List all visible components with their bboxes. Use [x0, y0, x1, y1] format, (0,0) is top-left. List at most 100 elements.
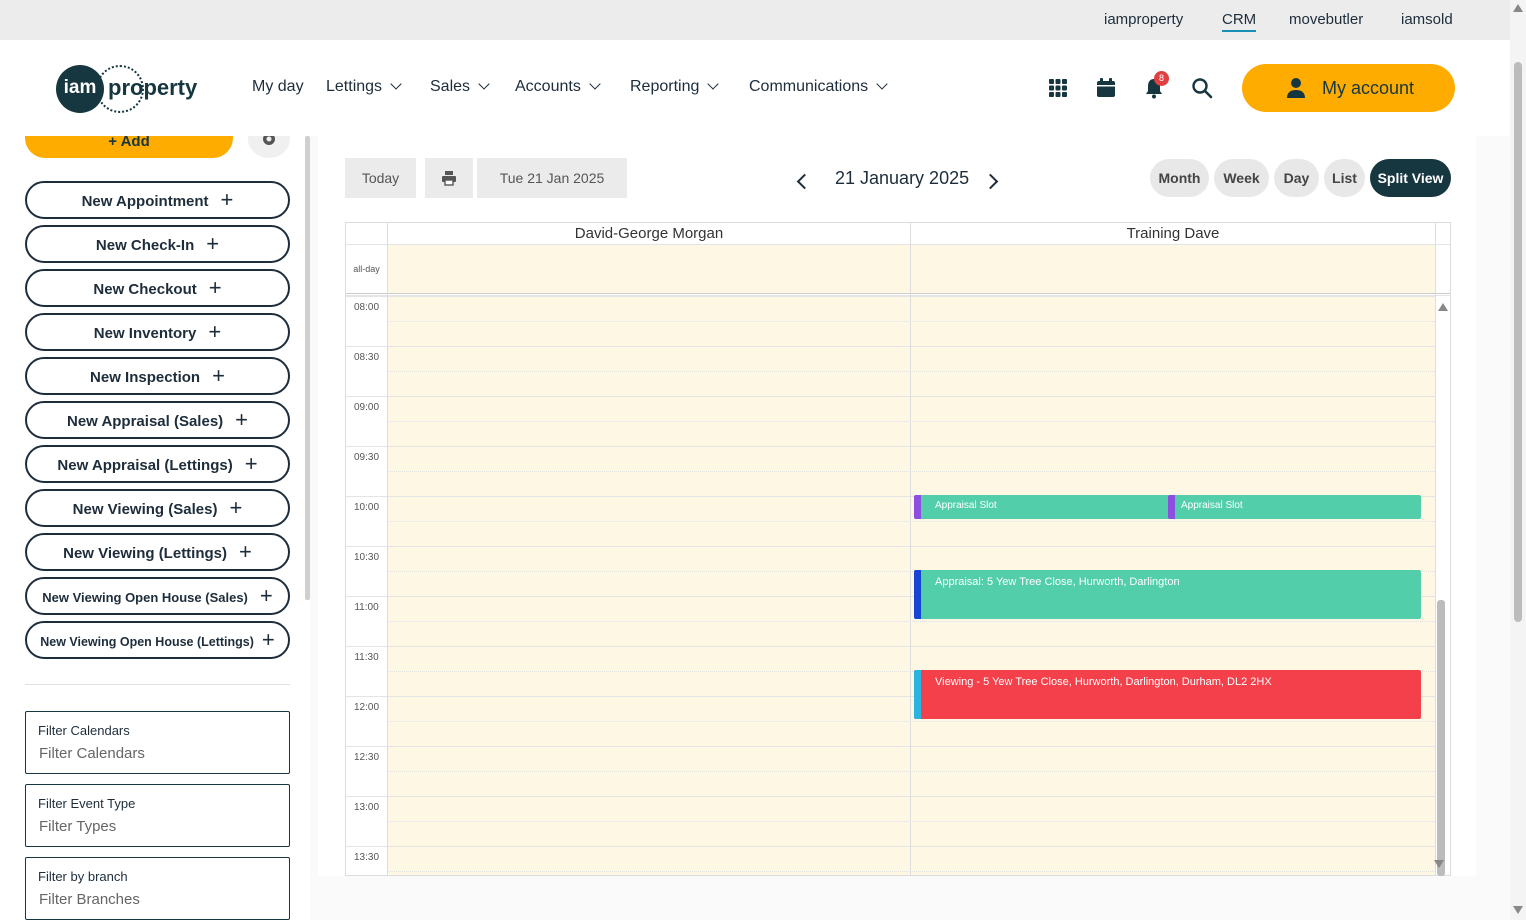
gear-icon	[263, 136, 275, 145]
scroll-up-icon[interactable]	[1438, 303, 1448, 311]
page-scrollbar[interactable]	[1434, 0, 1526, 920]
allday-row[interactable]	[387, 245, 1435, 293]
time-label: 11:30	[354, 652, 379, 663]
grid-line	[346, 446, 1435, 447]
scroll-down-icon[interactable]	[1513, 906, 1523, 914]
new-viewing-open-house-sales-button[interactable]: New Viewing Open House (Sales) +	[25, 577, 290, 615]
brand-link-iamproperty[interactable]: iamproperty	[1104, 11, 1183, 28]
column-divider	[1435, 223, 1436, 875]
new-viewing-sales-button[interactable]: New Viewing (Sales) +	[25, 489, 290, 527]
nav-label: Lettings	[326, 78, 383, 95]
brand-link-crm[interactable]: CRM	[1222, 11, 1257, 32]
chevron-down-icon	[589, 78, 601, 90]
print-button[interactable]	[425, 158, 473, 198]
brand-link-iamsold[interactable]: iamsold	[1401, 11, 1453, 28]
new-appraisal-sales-button[interactable]: New Appraisal (Sales) +	[25, 401, 290, 439]
filter-calendars-select[interactable]: Filter Calendars Filter Calendars	[25, 711, 290, 774]
event-title: Appraisal Slot	[1181, 500, 1243, 511]
filter-label: Filter by branch	[38, 869, 128, 884]
column-divider	[910, 223, 911, 875]
action-label: New Viewing Open House (Sales)	[42, 590, 248, 605]
nav-communications[interactable]: Communications	[749, 78, 888, 96]
action-label: New Checkout	[93, 281, 197, 298]
grid-line	[346, 746, 1435, 747]
action-label: New Appraisal (Sales)	[66, 413, 224, 430]
scroll-down-icon[interactable]	[1434, 860, 1444, 868]
plus-icon: +	[206, 231, 220, 256]
new-check-in-button[interactable]: New Check-In +	[25, 225, 290, 263]
grid-line	[387, 371, 1435, 372]
grid-line	[346, 796, 1435, 797]
new-checkout-button[interactable]: New Checkout +	[25, 269, 290, 307]
chevron-down-icon	[876, 78, 888, 90]
chevron-left-icon[interactable]	[796, 173, 813, 190]
sidebar-divider	[25, 684, 290, 685]
axis-divider	[387, 223, 388, 875]
date-picker[interactable]: Tue 21 Jan 2025	[477, 158, 627, 198]
today-button[interactable]: Today	[345, 158, 416, 198]
grid-line	[387, 821, 1435, 822]
nav-reporting[interactable]: Reporting	[630, 78, 720, 96]
nav-label: Sales	[430, 78, 471, 95]
new-viewing-lettings-button[interactable]: New Viewing (Lettings) +	[25, 533, 290, 571]
view-day-button[interactable]: Day	[1274, 159, 1319, 197]
view-month-button[interactable]: Month	[1150, 159, 1209, 197]
settings-button[interactable]	[248, 136, 290, 158]
iamproperty-logo[interactable]: iam property	[56, 65, 206, 113]
page-scrollbar-thumb[interactable]	[1514, 62, 1522, 622]
logo-circle: iam	[56, 65, 104, 113]
time-label: 12:30	[353, 752, 380, 763]
calendar-event-appraisal[interactable]: Appraisal: 5 Yew Tree Close, Hurworth, D…	[914, 570, 1421, 619]
view-split-button[interactable]: Split View	[1370, 159, 1451, 197]
nav-accounts[interactable]: Accounts	[515, 78, 601, 96]
calendar-scrollbar[interactable]	[1437, 600, 1445, 876]
view-week-button[interactable]: Week	[1214, 159, 1269, 197]
sidebar: + Add New Appointment + New Check-In + New…	[0, 136, 310, 920]
scroll-up-icon[interactable]	[1513, 4, 1523, 12]
nav-sales[interactable]: Sales	[430, 78, 490, 96]
sidebar-scrollbar[interactable]	[305, 136, 310, 600]
filter-label: Filter Calendars	[38, 723, 130, 738]
calendar-event-appraisal-slot[interactable]: Appraisal Slot	[1168, 495, 1421, 519]
split-view-calendar: David-George Morgan Training Dave all-da…	[345, 222, 1451, 876]
brand-link-movebutler[interactable]: movebutler	[1289, 11, 1363, 28]
time-label: 09:30	[353, 452, 380, 463]
new-inspection-button[interactable]: New Inspection +	[25, 357, 290, 395]
nav-lettings[interactable]: Lettings	[326, 78, 402, 96]
view-list-button[interactable]: List	[1324, 159, 1365, 197]
new-viewing-open-house-lettings-button[interactable]: New Viewing Open House (Lettings) +	[25, 621, 290, 659]
calendar-event-appraisal-slot[interactable]: Appraisal Slot	[914, 495, 1170, 519]
add-button[interactable]: + Add	[25, 136, 233, 158]
search-icon[interactable]	[1191, 77, 1213, 99]
apps-grid-icon[interactable]	[1047, 77, 1069, 99]
grid-line	[346, 846, 1435, 847]
time-label: 11:00	[354, 602, 379, 613]
new-inventory-button[interactable]: New Inventory +	[25, 313, 290, 351]
my-account-button[interactable]: My account	[1242, 64, 1455, 112]
grid-line	[387, 421, 1435, 422]
plus-icon: +	[208, 275, 222, 300]
filter-event-type-select[interactable]: Filter Event Type Filter Types	[25, 784, 290, 847]
chevron-right-icon[interactable]	[982, 173, 999, 190]
filter-branch-select[interactable]: Filter by branch Filter Branches	[25, 857, 290, 920]
new-appointment-button[interactable]: New Appointment +	[25, 181, 290, 219]
plus-icon: +	[259, 583, 273, 608]
action-label: New Check-In	[95, 237, 195, 254]
action-label: New Viewing (Sales)	[72, 501, 218, 518]
action-label: New Viewing (Lettings)	[63, 545, 228, 562]
chevron-down-icon	[707, 78, 720, 90]
nav-my-day[interactable]: My day	[252, 78, 304, 96]
event-color-bar	[914, 670, 921, 719]
time-label: 13:30	[353, 852, 380, 863]
action-label: New Appraisal (Lettings)	[57, 457, 233, 474]
nav-label: Accounts	[515, 78, 581, 95]
grid-line	[387, 871, 1435, 872]
new-appraisal-lettings-button[interactable]: New Appraisal (Lettings) +	[25, 445, 290, 483]
time-label: 08:30	[353, 352, 380, 363]
event-title: Viewing - 5 Yew Tree Close, Hurworth, Da…	[935, 676, 1272, 688]
event-color-bar	[1168, 495, 1175, 519]
plus-icon: +	[208, 319, 222, 344]
action-label: New Viewing Open House (Lettings)	[40, 635, 254, 649]
calendar-event-viewing[interactable]: Viewing - 5 Yew Tree Close, Hurworth, Da…	[914, 670, 1421, 719]
calendar-icon[interactable]	[1095, 77, 1117, 99]
